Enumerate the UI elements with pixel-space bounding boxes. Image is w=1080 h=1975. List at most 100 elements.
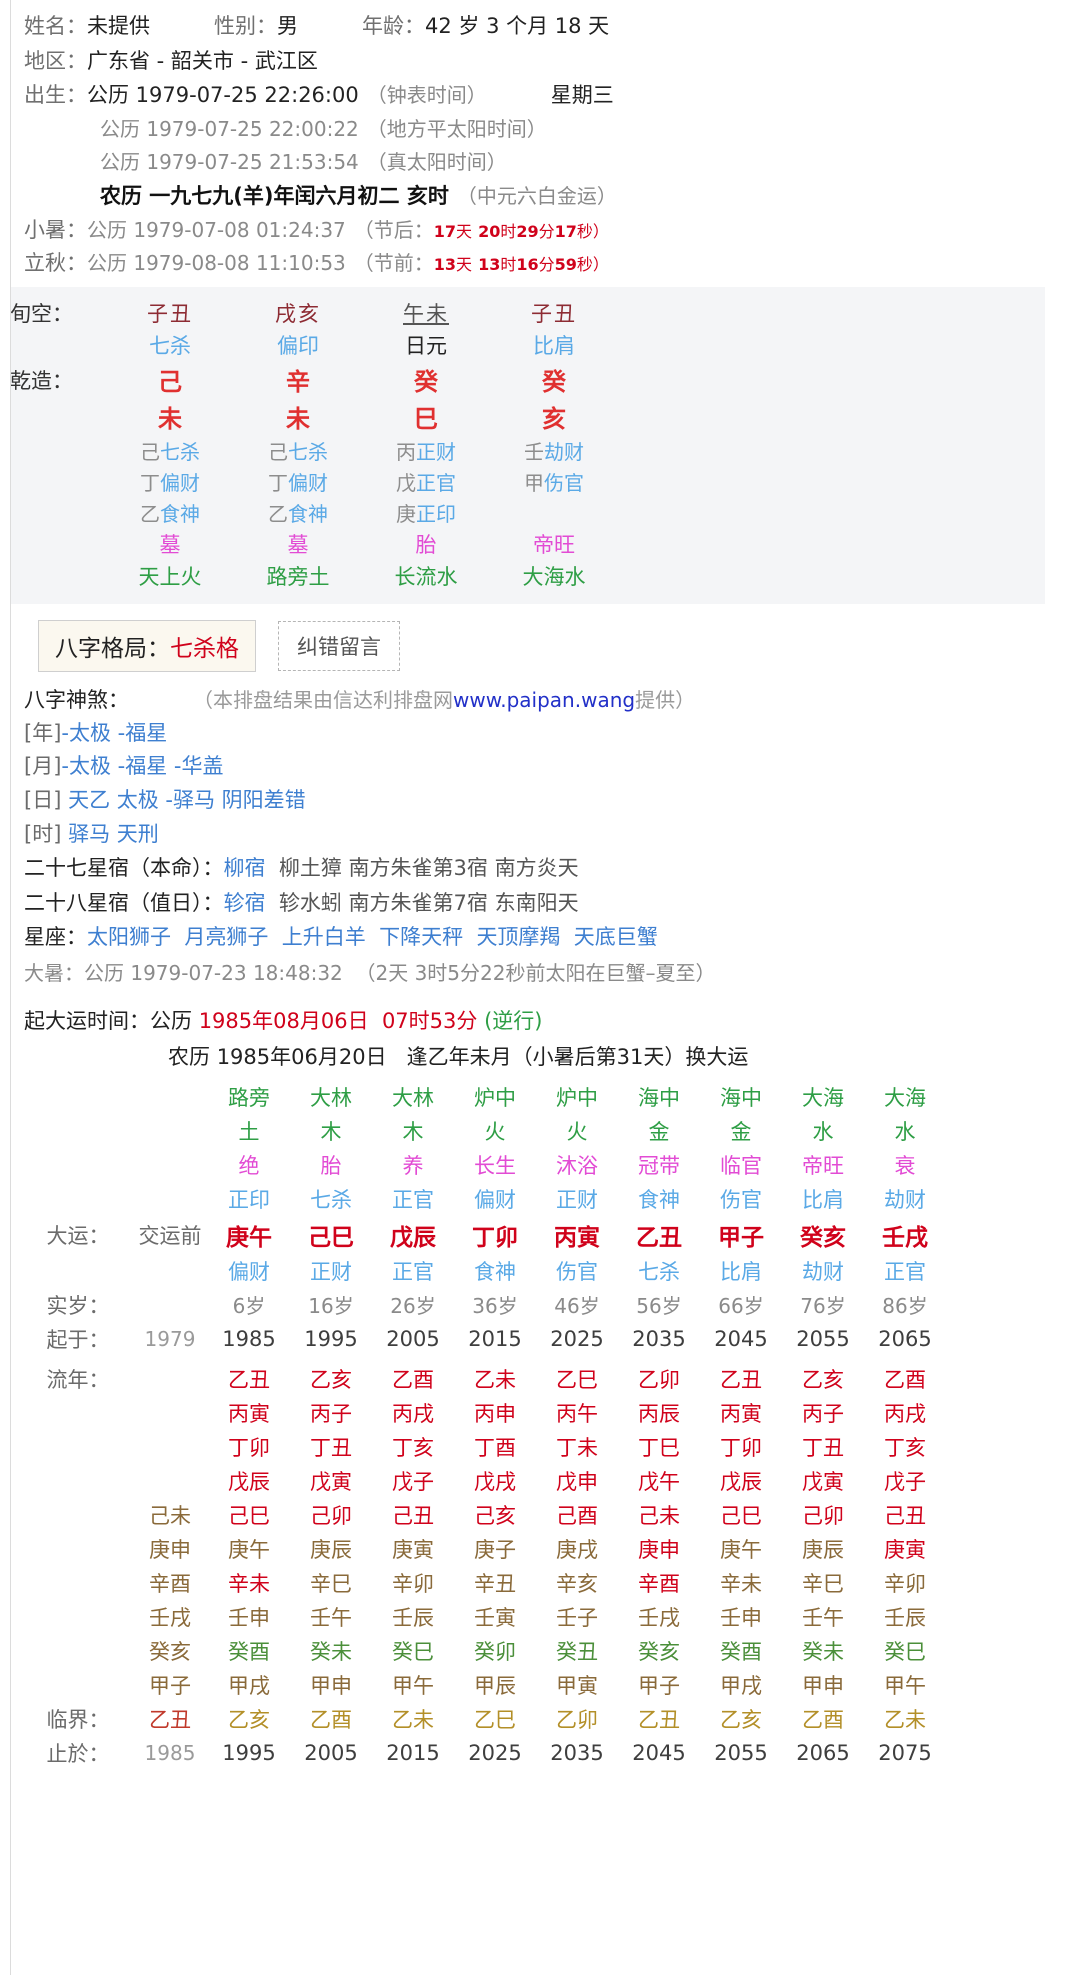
report-error-button[interactable]: 纠错留言 <box>278 621 400 672</box>
liunian-0-2[interactable]: 乙酉 <box>392 1368 434 1392</box>
liunian-6-4[interactable]: 辛亥 <box>556 1572 598 1596</box>
dayun-ganzhi-5[interactable]: 乙丑 <box>636 1225 682 1251</box>
liunian-4-1[interactable]: 己卯 <box>310 1504 352 1528</box>
liunian-4-7[interactable]: 己卯 <box>802 1504 844 1528</box>
liunian-4-8[interactable]: 己丑 <box>884 1504 926 1528</box>
liunian-3-1[interactable]: 戊寅 <box>310 1470 352 1494</box>
dayun-ganzhi-6[interactable]: 甲子 <box>718 1225 764 1251</box>
liunian-8-6[interactable]: 癸酉 <box>720 1640 762 1664</box>
liunian-9-8[interactable]: 甲午 <box>884 1674 926 1698</box>
liunian-6-8[interactable]: 辛卯 <box>884 1572 926 1596</box>
liunian-2-1[interactable]: 丁丑 <box>310 1436 352 1460</box>
liunian-7-5[interactable]: 壬戌 <box>638 1606 680 1630</box>
liunian-6-5[interactable]: 辛酉 <box>638 1572 680 1596</box>
liunian-5-5[interactable]: 庚申 <box>638 1538 680 1562</box>
dayun-ganzhi-8[interactable]: 壬戌 <box>882 1225 928 1251</box>
liunian-2-4[interactable]: 丁未 <box>556 1436 598 1460</box>
liunian-2-0[interactable]: 丁卯 <box>228 1436 270 1460</box>
liunian-6-1[interactable]: 辛巳 <box>310 1572 352 1596</box>
liunian-0-0[interactable]: 乙丑 <box>228 1368 270 1392</box>
liunian-6-3[interactable]: 辛丑 <box>474 1572 516 1596</box>
liunian-7-1[interactable]: 壬午 <box>310 1606 352 1630</box>
liunian-9-2[interactable]: 甲午 <box>392 1674 434 1698</box>
liunian-1-6[interactable]: 丙寅 <box>720 1402 762 1426</box>
liunian-3-4[interactable]: 戊申 <box>556 1470 598 1494</box>
liunian-1-5[interactable]: 丙辰 <box>638 1402 680 1426</box>
liunian-1-0[interactable]: 丙寅 <box>228 1402 270 1426</box>
liunian-6-0[interactable]: 辛未 <box>228 1572 270 1596</box>
liunian-9-1[interactable]: 甲申 <box>310 1674 352 1698</box>
liunian-7-6[interactable]: 壬申 <box>720 1606 762 1630</box>
liunian-5-4[interactable]: 庚戌 <box>556 1538 598 1562</box>
liunian-0-1[interactable]: 乙亥 <box>310 1368 352 1392</box>
liunian-8-3[interactable]: 癸卯 <box>474 1640 516 1664</box>
liunian-7-3[interactable]: 壬寅 <box>474 1606 516 1630</box>
liunian-3-0[interactable]: 戊辰 <box>228 1470 270 1494</box>
liunian-4-3[interactable]: 己亥 <box>474 1504 516 1528</box>
liunian-4-0[interactable]: 己巳 <box>228 1504 270 1528</box>
dayun-ganzhi-2[interactable]: 戊辰 <box>390 1225 436 1251</box>
liunian-7-4[interactable]: 壬子 <box>556 1606 598 1630</box>
liunian-5-2[interactable]: 庚寅 <box>392 1538 434 1562</box>
liunian-5-0[interactable]: 庚午 <box>228 1538 270 1562</box>
liunian-0-4[interactable]: 乙巳 <box>556 1368 598 1392</box>
liunian-1-4[interactable]: 丙午 <box>556 1402 598 1426</box>
liunian-3-8[interactable]: 戊子 <box>884 1470 926 1494</box>
liunian-8-8[interactable]: 癸巳 <box>884 1640 926 1664</box>
liunian-7-2[interactable]: 壬辰 <box>392 1606 434 1630</box>
liunian-1-3[interactable]: 丙申 <box>474 1402 516 1426</box>
liunian-1-1[interactable]: 丙子 <box>310 1402 352 1426</box>
liunian-6-2[interactable]: 辛卯 <box>392 1572 434 1596</box>
liunian-2-6[interactable]: 丁卯 <box>720 1436 762 1460</box>
liunian-8-4[interactable]: 癸丑 <box>556 1640 598 1664</box>
liunian-3-6[interactable]: 戊辰 <box>720 1470 762 1494</box>
liunian-2-3[interactable]: 丁酉 <box>474 1436 516 1460</box>
liunian-4-2[interactable]: 己丑 <box>392 1504 434 1528</box>
liunian-1-2[interactable]: 丙戌 <box>392 1402 434 1426</box>
liunian-9-7[interactable]: 甲申 <box>802 1674 844 1698</box>
liunian-3-2[interactable]: 戊子 <box>392 1470 434 1494</box>
liunian-8-1[interactable]: 癸未 <box>310 1640 352 1664</box>
liunian-8-0[interactable]: 癸酉 <box>228 1640 270 1664</box>
liunian-8-5[interactable]: 癸亥 <box>638 1640 680 1664</box>
liunian-3-3[interactable]: 戊戌 <box>474 1470 516 1494</box>
liunian-5-8[interactable]: 庚寅 <box>884 1538 926 1562</box>
liunian-7-0[interactable]: 壬申 <box>228 1606 270 1630</box>
liunian-5-1[interactable]: 庚辰 <box>310 1538 352 1562</box>
liunian-2-8[interactable]: 丁亥 <box>884 1436 926 1460</box>
liunian-4-5[interactable]: 己未 <box>638 1504 680 1528</box>
liunian-5-6[interactable]: 庚午 <box>720 1538 762 1562</box>
liunian-2-2[interactable]: 丁亥 <box>392 1436 434 1460</box>
dayun-ganzhi-0[interactable]: 庚午 <box>226 1225 272 1251</box>
liunian-3-5[interactable]: 戊午 <box>638 1470 680 1494</box>
liunian-6-6[interactable]: 辛未 <box>720 1572 762 1596</box>
liunian-4-4[interactable]: 己酉 <box>556 1504 598 1528</box>
liunian-9-6[interactable]: 甲戌 <box>720 1674 762 1698</box>
liunian-4-6[interactable]: 己巳 <box>720 1504 762 1528</box>
liunian-0-7[interactable]: 乙亥 <box>802 1368 844 1392</box>
liunian-1-7[interactable]: 丙子 <box>802 1402 844 1426</box>
paipan-link[interactable]: www.paipan.wang <box>453 685 635 716</box>
liunian-2-5[interactable]: 丁巳 <box>638 1436 680 1460</box>
liunian-1-8[interactable]: 丙戌 <box>884 1402 926 1426</box>
dayun-ganzhi-1[interactable]: 己巳 <box>308 1225 354 1251</box>
liunian-8-7[interactable]: 癸未 <box>802 1640 844 1664</box>
liunian-7-7[interactable]: 壬午 <box>802 1606 844 1630</box>
liunian-9-0[interactable]: 甲戌 <box>228 1674 270 1698</box>
liunian-7-8[interactable]: 壬辰 <box>884 1606 926 1630</box>
liunian-6-7[interactable]: 辛巳 <box>802 1572 844 1596</box>
dayun-ganzhi-7[interactable]: 癸亥 <box>800 1225 846 1251</box>
liunian-9-4[interactable]: 甲寅 <box>556 1674 598 1698</box>
liunian-3-7[interactable]: 戊寅 <box>802 1470 844 1494</box>
liunian-0-6[interactable]: 乙丑 <box>720 1368 762 1392</box>
liunian-0-3[interactable]: 乙未 <box>474 1368 516 1392</box>
liunian-5-3[interactable]: 庚子 <box>474 1538 516 1562</box>
liunian-9-5[interactable]: 甲子 <box>638 1674 680 1698</box>
liunian-8-2[interactable]: 癸巳 <box>392 1640 434 1664</box>
liunian-0-5[interactable]: 乙卯 <box>638 1368 680 1392</box>
liunian-0-8[interactable]: 乙酉 <box>884 1368 926 1392</box>
dayun-ganzhi-3[interactable]: 丁卯 <box>472 1225 518 1251</box>
dayun-ganzhi-4[interactable]: 丙寅 <box>554 1225 600 1251</box>
liunian-9-3[interactable]: 甲辰 <box>474 1674 516 1698</box>
liunian-2-7[interactable]: 丁丑 <box>802 1436 844 1460</box>
